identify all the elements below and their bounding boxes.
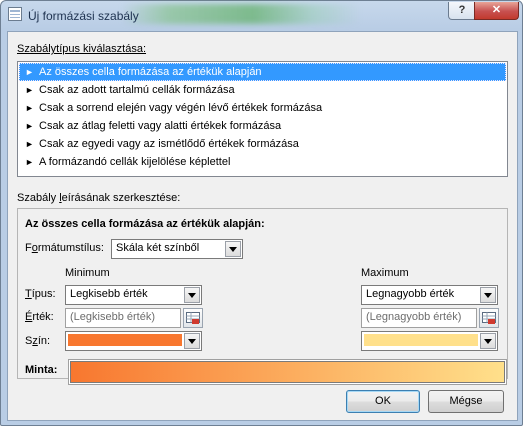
minimum-header: Minimum bbox=[65, 267, 110, 279]
chevron-down-icon[interactable] bbox=[184, 287, 200, 303]
arrow-right-icon: ► bbox=[25, 139, 34, 149]
rule-type-item-label: A formázandó cellák kijelölése képlettel bbox=[39, 156, 231, 168]
rule-type-item-label: Csak a sorrend elején vagy végén lévő ér… bbox=[39, 102, 323, 114]
chevron-down-icon[interactable] bbox=[480, 333, 496, 349]
min-color-swatch bbox=[68, 334, 182, 346]
range-select-icon bbox=[186, 312, 200, 324]
max-type-value: Legnagyobb érték bbox=[366, 288, 455, 300]
min-color-dropdown[interactable] bbox=[65, 331, 202, 351]
rule-type-item-label: Csak az adott tartalmú cellák formázása bbox=[39, 84, 235, 96]
title-bar[interactable]: Új formázási szabály ? ✕ bbox=[1, 1, 522, 31]
format-style-label: Formátumstílus: bbox=[25, 242, 104, 254]
excel-app-icon bbox=[8, 7, 22, 21]
dialog-window: Új formázási szabály ? ✕ Szabálytípus ki… bbox=[0, 0, 523, 426]
min-value-input[interactable]: (Legkisebb érték) bbox=[65, 308, 181, 328]
dialog-body: Szabálytípus kiválasztása: ► Az összes c… bbox=[7, 31, 518, 421]
description-heading: Az összes cella formázása az értékük ala… bbox=[25, 218, 265, 230]
dialog-title: Új formázási szabály bbox=[28, 9, 139, 23]
title-bar-glow bbox=[121, 4, 361, 24]
arrow-right-icon: ► bbox=[25, 121, 34, 131]
max-value-range-picker[interactable] bbox=[479, 308, 499, 328]
maximum-header: Maximum bbox=[361, 267, 409, 279]
rule-type-item-formula[interactable]: ► A formázandó cellák kijelölése képlett… bbox=[19, 153, 506, 171]
preview-label: Minta: bbox=[25, 364, 58, 376]
arrow-right-icon: ► bbox=[25, 103, 34, 113]
rule-type-item-unique-duplicate[interactable]: ► Csak az egyedi vagy az ismétlődő érték… bbox=[19, 135, 506, 153]
min-type-value: Legkisebb érték bbox=[70, 288, 148, 300]
rule-type-item-top-bottom[interactable]: ► Csak a sorrend elején vagy végén lévő … bbox=[19, 99, 506, 117]
rule-description-panel: Az összes cella formázása az értékük ala… bbox=[17, 208, 508, 385]
preview-gradient bbox=[70, 361, 505, 383]
chevron-down-icon[interactable] bbox=[184, 333, 200, 349]
rule-type-label-text: Szabálytípus kiválasztása: bbox=[17, 43, 147, 55]
min-value-range-picker[interactable] bbox=[183, 308, 203, 328]
rule-type-item-above-below-average[interactable]: ► Csak az átlag feletti vagy alatti érté… bbox=[19, 117, 506, 135]
help-button[interactable]: ? bbox=[448, 2, 476, 20]
chevron-down-icon[interactable] bbox=[225, 241, 241, 257]
max-value-placeholder: (Legnagyobb érték) bbox=[366, 311, 462, 323]
ok-button[interactable]: OK bbox=[346, 390, 420, 413]
format-style-dropdown[interactable]: Skála két színből bbox=[111, 239, 243, 259]
arrow-right-icon: ► bbox=[25, 85, 34, 95]
rule-type-list[interactable]: ► Az összes cella formázása az értékük a… bbox=[17, 61, 508, 177]
color-label: Szín: bbox=[25, 335, 51, 347]
rule-type-item-specific-content[interactable]: ► Csak az adott tartalmú cellák formázás… bbox=[19, 81, 506, 99]
rule-type-label: Szabálytípus kiválasztása: bbox=[17, 43, 146, 55]
format-style-value: Skála két színből bbox=[116, 242, 200, 254]
chevron-down-icon[interactable] bbox=[480, 287, 496, 303]
value-label: Érték: bbox=[25, 311, 54, 323]
max-value-input[interactable]: (Legnagyobb érték) bbox=[361, 308, 477, 328]
rule-type-item-label: Az összes cella formázása az értékük ala… bbox=[39, 66, 262, 78]
rule-description-label: Szabály leírásának szerkesztése: bbox=[17, 192, 181, 204]
max-color-dropdown[interactable] bbox=[361, 331, 498, 351]
cancel-button[interactable]: Mégse bbox=[428, 390, 504, 413]
rule-type-item-label: Csak az egyedi vagy az ismétlődő értékek… bbox=[39, 138, 299, 150]
type-label: Típus: bbox=[25, 288, 56, 300]
close-button[interactable]: ✕ bbox=[474, 2, 519, 20]
range-select-icon bbox=[482, 312, 496, 324]
rule-type-item-all-cells[interactable]: ► Az összes cella formázása az értékük a… bbox=[19, 63, 506, 81]
rule-type-item-label: Csak az átlag feletti vagy alatti értéke… bbox=[39, 120, 282, 132]
arrow-right-icon: ► bbox=[25, 157, 34, 167]
max-type-dropdown[interactable]: Legnagyobb érték bbox=[361, 285, 498, 305]
arrow-right-icon: ► bbox=[25, 67, 34, 77]
max-color-swatch bbox=[364, 334, 478, 346]
min-type-dropdown[interactable]: Legkisebb érték bbox=[65, 285, 202, 305]
min-value-placeholder: (Legkisebb érték) bbox=[70, 311, 155, 323]
